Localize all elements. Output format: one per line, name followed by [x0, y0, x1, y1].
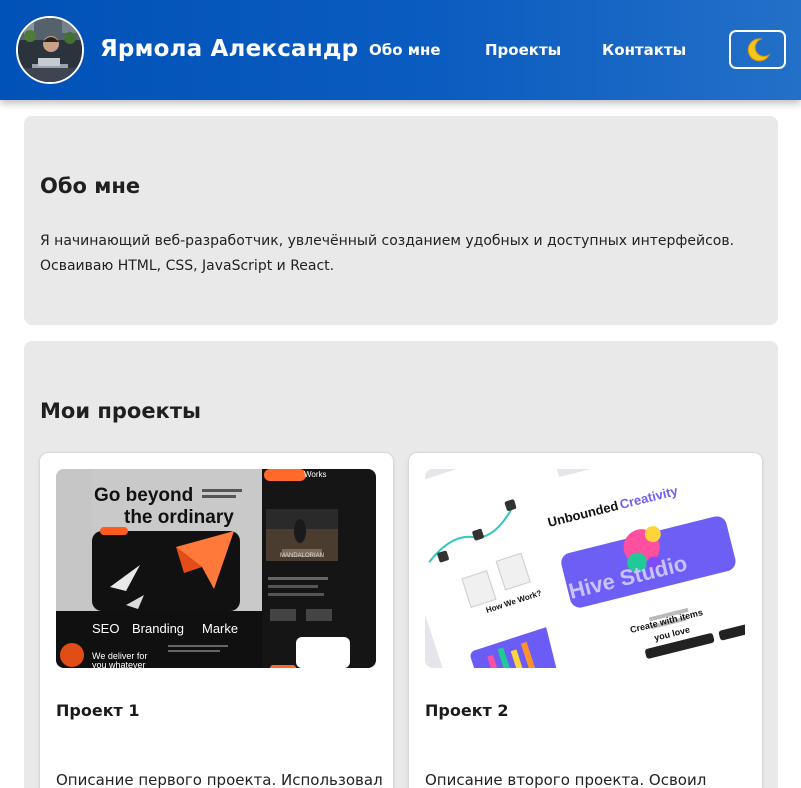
preview-1-side-top: Works [304, 470, 327, 479]
site-header: Ярмола Александр Обо мне Проекты Контакт… [0, 0, 801, 100]
project-2-preview-image[interactable]: Unbounded Creativity Hive Studio How We … [425, 469, 745, 668]
preview-1-footer-2: you whatever [92, 660, 146, 668]
about-title: Обо мне [40, 174, 141, 198]
avatar [16, 16, 84, 84]
projects-title: Мои проекты [40, 399, 201, 423]
about-section: Обо мне Я начинающий веб-разработчик, ув… [24, 116, 778, 325]
preview-1-side-caption: MANDALORIAN [280, 553, 324, 559]
projects-section: Мои проекты Go beyond the ordinary SEO B… [24, 341, 778, 788]
about-text: Я начинающий веб-разработчик, увлечённый… [40, 233, 735, 274]
avatar-photo [18, 18, 82, 82]
project-card-2[interactable]: Unbounded Creativity Hive Studio How We … [409, 453, 762, 788]
project-2-title: Проект 2 [425, 701, 509, 720]
project-1-description: Описание первого проекта. Использовал [56, 771, 383, 788]
preview-1-headline-2: the ordinary [124, 507, 234, 528]
preview-1-tag-1: SEO [92, 621, 119, 636]
project-2-preview: Unbounded Creativity Hive Studio How We … [425, 469, 745, 668]
project-1-title: Проект 1 [56, 701, 140, 720]
nav-link-contacts[interactable]: Контакты [602, 41, 686, 59]
crescent-moon-icon [747, 37, 770, 61]
theme-toggle-button[interactable] [729, 30, 786, 69]
preview-1-headline-1: Go beyond [94, 485, 193, 506]
project-card-1[interactable]: Go beyond the ordinary SEO Branding Mark… [40, 453, 393, 788]
project-2-description: Описание второго проекта. Освоил [425, 771, 707, 788]
nav-link-projects[interactable]: Проекты [485, 41, 561, 59]
preview-1-tag-3: Marke [202, 621, 238, 636]
project-1-preview-image[interactable]: Go beyond the ordinary SEO Branding Mark… [56, 469, 376, 668]
project-1-preview: Go beyond the ordinary SEO Branding Mark… [56, 469, 376, 668]
site-title: Ярмола Александр [100, 36, 359, 62]
nav-link-about[interactable]: Обо мне [369, 41, 441, 59]
preview-1-tag-2: Branding [132, 621, 184, 636]
